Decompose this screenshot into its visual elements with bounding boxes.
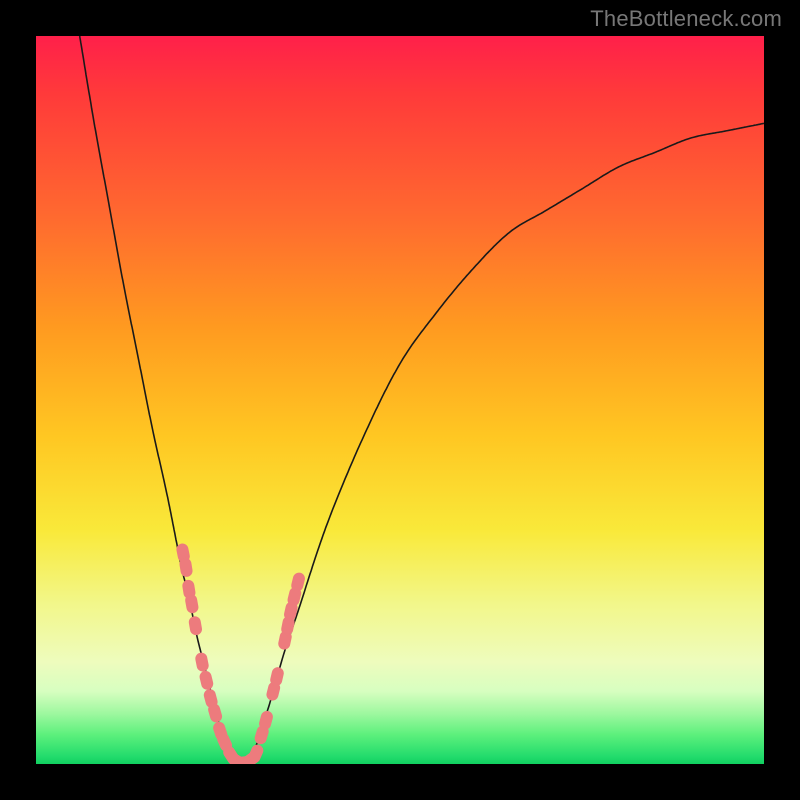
bottleneck-curve	[36, 36, 764, 764]
curve-marker	[291, 572, 306, 592]
plot-area	[36, 36, 764, 764]
curve-marker	[199, 670, 214, 690]
curve-marker	[185, 594, 199, 614]
curve-marker	[195, 652, 209, 672]
watermark-text: TheBottleneck.com	[590, 6, 782, 32]
curve-marker	[258, 710, 273, 730]
curve-marker	[270, 667, 285, 687]
chart-frame: TheBottleneck.com	[0, 0, 800, 800]
curve-marker	[188, 616, 202, 636]
curve-marker	[179, 558, 193, 578]
curve-line	[80, 36, 764, 764]
curve-marker	[207, 703, 223, 723]
